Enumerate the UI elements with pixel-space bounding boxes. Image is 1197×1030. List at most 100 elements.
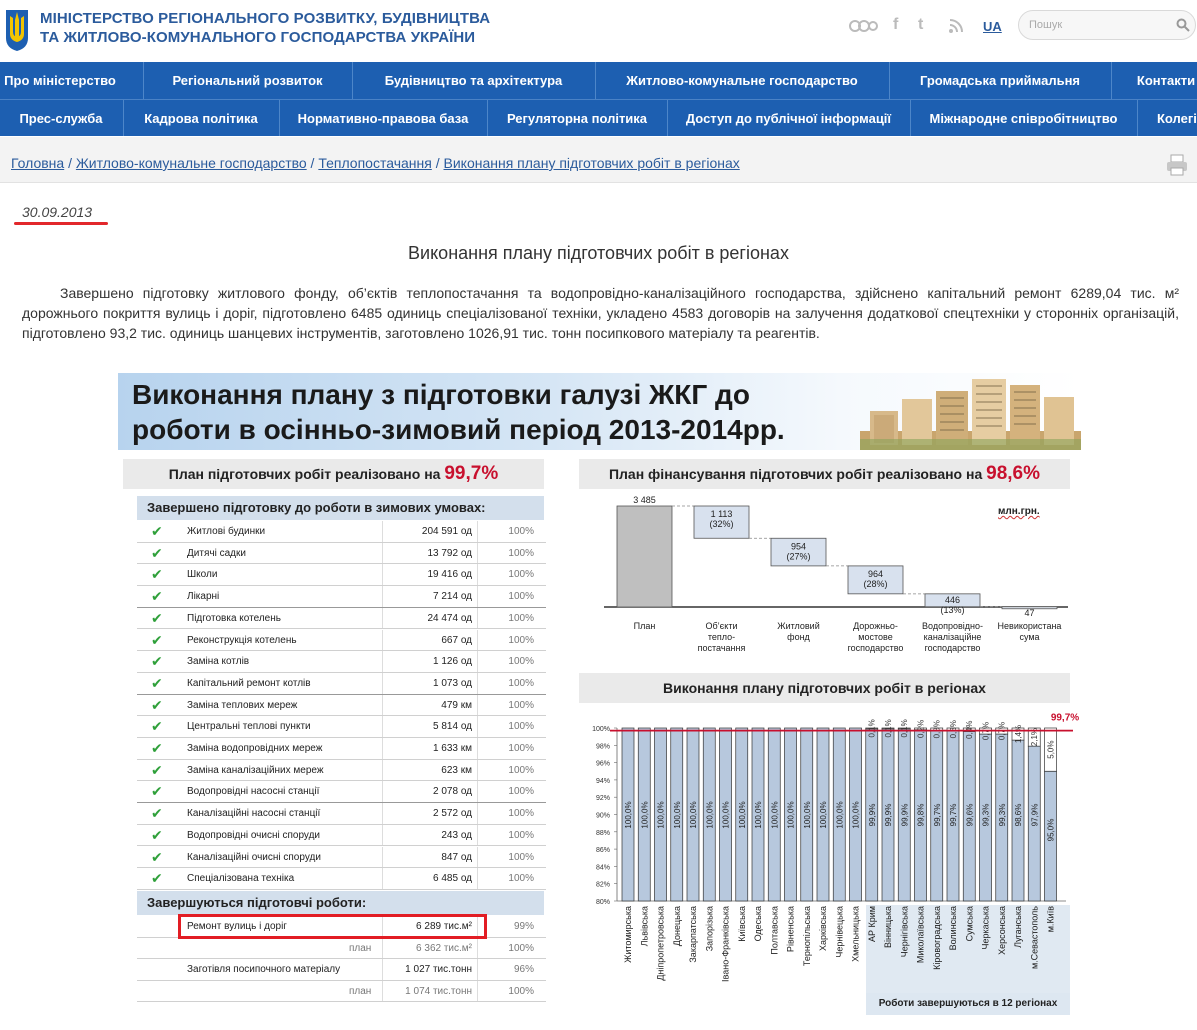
nav-item-international[interactable]: Міжнародне співробітництво	[910, 100, 1137, 136]
regions-remainder-label: 0,3%	[933, 720, 942, 738]
regions-category-label: Волинська	[948, 906, 958, 950]
regions-category-label: Кіровоградська	[932, 906, 942, 970]
banner-title-line2: роботи в осінньо-зимовий період 2013-201…	[132, 414, 785, 445]
regions-bar-remainder	[914, 727, 927, 731]
row-value: 1 027 тис.тонн	[405, 964, 472, 975]
facebook-icon[interactable]: f	[893, 16, 898, 34]
regions-ytick: 92%	[596, 795, 610, 802]
page-title: Виконання плану підготовчих робіт в регі…	[408, 243, 789, 263]
row-value: 6 485 од	[433, 873, 472, 885]
breadcrumb-heating[interactable]: Теплопостачання	[318, 155, 431, 171]
column-divider	[382, 868, 383, 889]
ministry-title[interactable]: МІНІСТЕРСТВО РЕГІОНАЛЬНОГО РОЗВИТКУ, БУД…	[40, 9, 490, 47]
check-icon: ✔	[151, 827, 163, 844]
regions-value-label: 100,0%	[835, 801, 844, 828]
regions-ytick: 90%	[596, 813, 610, 820]
regions-category-label: Одеська	[753, 906, 763, 941]
regions-bar	[1011, 739, 1025, 902]
regions-remainder-label: 2,1%	[1030, 728, 1039, 746]
regions-ytick: 88%	[596, 830, 610, 837]
check-icon: ✔	[151, 675, 163, 692]
print-icon[interactable]	[1166, 154, 1188, 176]
nav-item-contacts[interactable]: Контакти	[1111, 62, 1197, 99]
breadcrumb-housing[interactable]: Житлово-комунальне господарство	[76, 155, 307, 171]
row-name: Водопровідні очисні споруди	[187, 829, 321, 841]
row-pct: 100%	[508, 743, 534, 754]
language-switch[interactable]: UA	[983, 19, 1002, 34]
column-divider	[477, 586, 478, 607]
regions-bar-remainder	[930, 727, 944, 731]
regions-ytick: 94%	[596, 778, 610, 785]
flickr-icon[interactable]	[848, 18, 878, 39]
regions-bar	[719, 727, 732, 902]
nav-item-collegium[interactable]: Колегія	[1137, 100, 1197, 136]
check-icon: ✔	[151, 632, 163, 649]
regions-category-label: Київська	[737, 906, 747, 942]
site-header: МІНІСТЕРСТВО РЕГІОНАЛЬНОГО РОЗВИТКУ, БУД…	[0, 0, 1197, 62]
nav-item-about[interactable]: Про міністерство	[0, 62, 120, 99]
twitter-icon[interactable]: t	[918, 16, 923, 34]
nav-item-press[interactable]: Прес-служба	[0, 100, 122, 136]
search-icon[interactable]	[1176, 18, 1190, 32]
regions-ytick: 98%	[596, 743, 610, 750]
row-value: 1 073 од	[433, 677, 472, 689]
row-name: Каналізаційні очисні споруди	[187, 851, 321, 863]
row-pct: 100%	[508, 699, 534, 711]
row-pct: 100%	[508, 569, 534, 581]
row-name: Лікарні	[187, 591, 220, 603]
nav-item-reception[interactable]: Громадська приймальня	[889, 62, 1111, 99]
nav-item-housing[interactable]: Житлово-комунальне господарство	[595, 62, 889, 99]
buildings-image	[860, 379, 1081, 450]
regions-value-label: 100,0%	[673, 801, 682, 828]
nav-item-legal[interactable]: Нормативно-правова база	[279, 100, 487, 136]
regions-value-label: 100,0%	[624, 801, 633, 828]
breadcrumb-home[interactable]: Головна	[11, 155, 64, 171]
regions-value-label: 99,3%	[998, 804, 1007, 827]
row-pct: 96%	[513, 964, 534, 975]
nav-item-construction[interactable]: Будівництво та архітектура	[352, 62, 595, 99]
nav-item-regional[interactable]: Регіональний розвиток	[143, 62, 352, 99]
column-divider	[382, 564, 383, 586]
finance-category-label: Об’єкти тепло-постачання	[697, 621, 746, 653]
check-icon: ✔	[151, 806, 163, 823]
regions-category-label: Миколаївська	[916, 906, 926, 963]
finance-value-label: 47	[1024, 608, 1034, 618]
column-divider	[477, 607, 478, 629]
regions-bar-remainder	[1044, 727, 1057, 772]
column-divider	[477, 542, 478, 564]
finance-value-label: 3 485	[633, 495, 656, 505]
column-divider	[382, 980, 383, 1002]
completed-row: ✔ Заміна котлів 1 126 од 100%	[137, 651, 546, 673]
trident-emblem-icon[interactable]	[4, 8, 30, 52]
row-name: план	[349, 942, 372, 954]
column-divider	[477, 781, 478, 803]
finance-share-label: (32%)	[709, 519, 733, 529]
regions-bar-remainder	[1027, 727, 1041, 747]
regions-ytick: 100%	[592, 726, 610, 733]
row-value: 667 од	[441, 634, 472, 646]
regions-bar	[735, 727, 749, 902]
left-header-pct: 99,7%	[444, 463, 499, 484]
completed-row: ✔ Лікарні 7 214 од 100%	[137, 586, 546, 608]
regions-category-label: Рівненська	[786, 906, 796, 952]
column-divider	[382, 803, 383, 824]
nav-item-public-info[interactable]: Доступ до публічної інформації	[667, 100, 910, 136]
regions-ytick: 86%	[596, 847, 610, 854]
regions-target-label: 99,7%	[1051, 713, 1079, 724]
regions-value-label: 99,6%	[965, 804, 974, 827]
nav-item-hr[interactable]: Кадрова політика	[123, 100, 279, 136]
regions-category-label: Запорізька	[704, 906, 714, 951]
regions-bar	[995, 733, 1009, 902]
completed-row: ✔ Заміна теплових мереж 479 км 100%	[137, 694, 546, 717]
column-divider	[382, 824, 383, 846]
row-value: 847 од	[441, 851, 472, 863]
regions-remainder-label: 0,1%	[884, 719, 893, 737]
search-input[interactable]: Пошук	[1018, 10, 1196, 40]
column-divider	[477, 521, 478, 542]
completed-row: ✔ Спеціалізована техніка 6 485 од 100%	[137, 868, 546, 890]
breadcrumb-current[interactable]: Виконання плану підготовчих робіт в регі…	[444, 155, 740, 171]
nav-item-regulatory[interactable]: Регуляторна політика	[487, 100, 667, 136]
rss-icon[interactable]	[948, 18, 964, 39]
row-value: 1 633 км	[432, 743, 472, 754]
finance-value-label: 1 113	[711, 509, 733, 519]
